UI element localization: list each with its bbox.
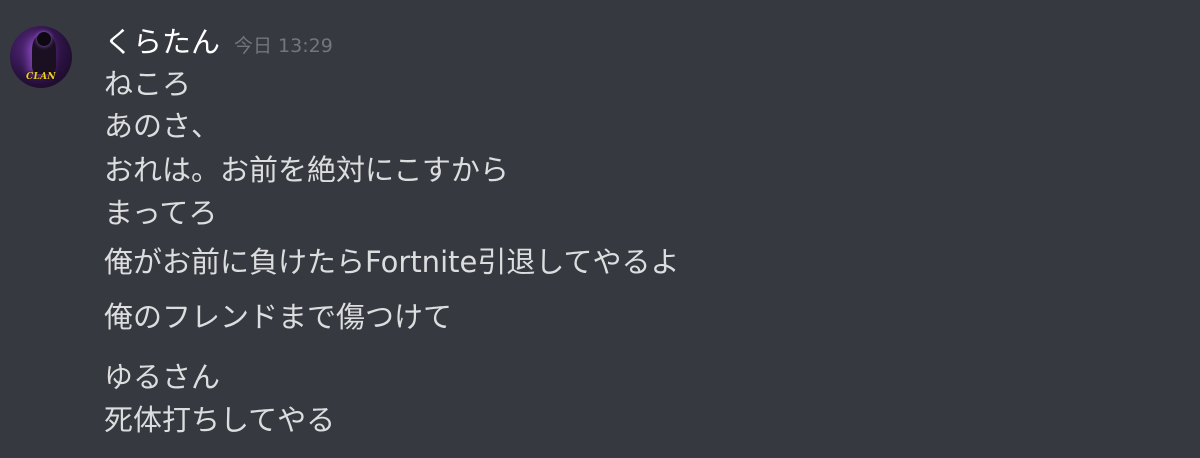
message-line: まってろ — [104, 196, 218, 230]
message-line: おれは。お前を絶対にこすから — [104, 153, 509, 187]
message-line: 俺がお前に負けたらFortnite引退してやるよ — [104, 245, 680, 279]
message-line: ゆるさん — [104, 360, 221, 394]
user-avatar[interactable]: CLAN — [10, 26, 72, 88]
avatar-clan-badge: CLAN — [26, 72, 56, 82]
message-timestamp: 今日 13:29 — [234, 35, 333, 57]
message-line: 俺のフレンドまで傷つけて — [104, 300, 453, 334]
message-line: ねころ — [104, 67, 192, 101]
username[interactable]: くらたん — [104, 22, 220, 62]
avatar-head — [37, 32, 51, 46]
message-line: 死体打ちしてやる — [104, 403, 336, 437]
message-header: くらたん 今日 13:29 — [104, 22, 333, 62]
message-line: あのさ、 — [104, 109, 221, 143]
chat-message: CLAN くらたん 今日 13:29 ねころ あのさ、 おれは。お前を絶対にこす… — [0, 0, 1200, 458]
